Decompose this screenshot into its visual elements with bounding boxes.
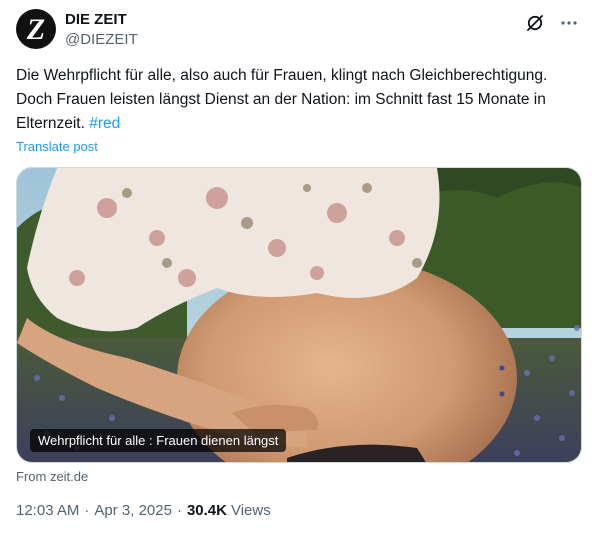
author-info: DIE ZEIT @DIEZEIT [65,11,138,50]
author-handle[interactable]: @DIEZEIT [65,30,138,50]
link-source[interactable]: From zeit.de [16,469,88,484]
hashtag-link[interactable]: #red [89,115,120,132]
tweet-card: Z DIE ZEIT @DIEZEIT Die Wehrpflicht für … [0,0,598,537]
link-card-caption: Wehrpflicht für alle : Frauen dienen län… [30,429,287,452]
post-actions [524,12,580,34]
grok-icon[interactable] [524,12,546,34]
post-time[interactable]: 12:03 AM [16,502,79,519]
post-date[interactable]: Apr 3, 2025 [94,502,172,519]
avatar[interactable]: Z [16,9,56,49]
article-photo [17,168,581,462]
separator-dot: · [176,502,182,519]
separator-dot: · [84,502,90,519]
author-display-name[interactable]: DIE ZEIT [65,11,138,29]
views-label: Views [230,502,271,519]
translate-post-link[interactable]: Translate post [16,139,98,154]
more-icon[interactable] [558,12,580,34]
post-meta: 12:03 AM · Apr 3, 2025 · 30.4K Views [16,502,271,519]
link-card-image[interactable]: Wehrpflicht für alle : Frauen dienen län… [16,167,582,463]
avatar-logo: Z [26,13,46,46]
post-text: Die Wehrpflicht für alle, also auch für … [16,64,582,136]
views-count: 30.4K [186,502,227,519]
